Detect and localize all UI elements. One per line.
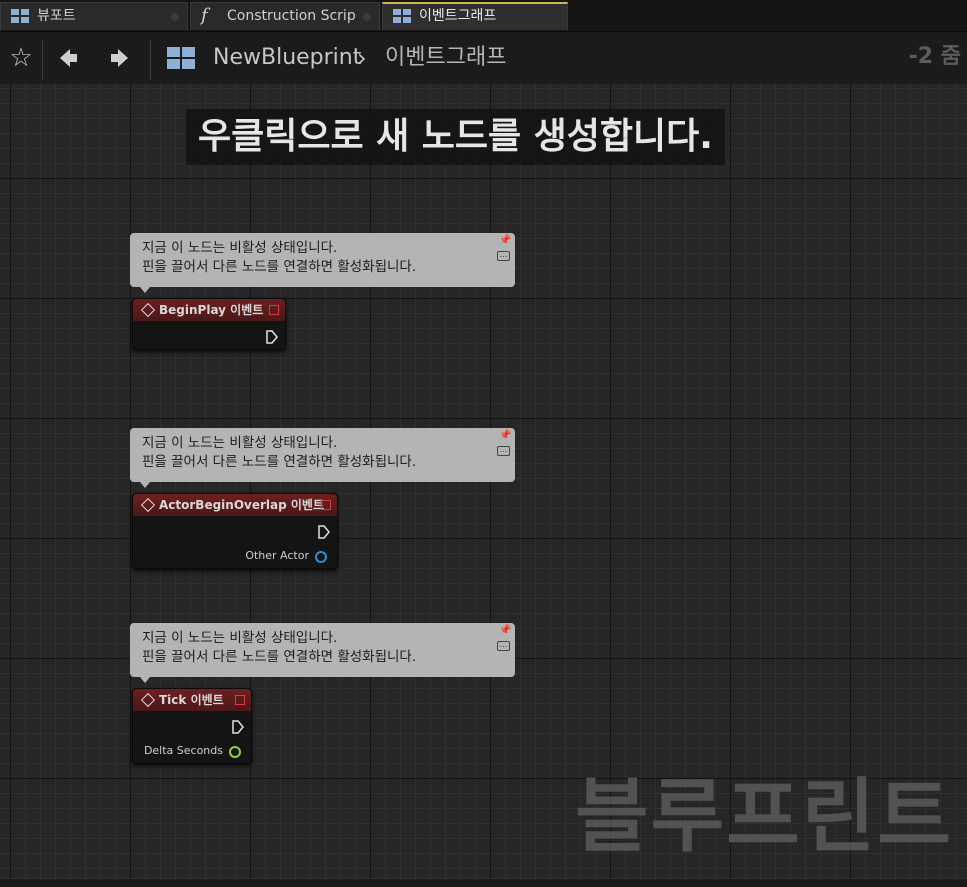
node-comment-bubble: 지금 이 노드는 비활성 상태입니다. 핀을 끌어서 다른 노드를 연결하면 활… xyxy=(130,233,515,293)
function-icon: f xyxy=(201,5,208,26)
tab-event-graph[interactable]: 이벤트그래프 xyxy=(382,2,568,30)
pin-label: Delta Seconds xyxy=(143,744,223,757)
node-comment-bubble: 지금 이 노드는 비활성 상태입니다. 핀을 끌어서 다른 노드를 연결하면 활… xyxy=(130,428,515,488)
float-pin-icon[interactable] xyxy=(229,746,241,758)
bubble-tail xyxy=(140,287,150,293)
graph-hint: 우클릭으로 새 노드를 생성합니다. xyxy=(186,109,725,165)
tab-bar: 뷰포트 f Construction Scrip 이벤트그래프 xyxy=(0,0,967,32)
comment-line: 핀을 끌어서 다른 노드를 연결하면 활성화됩니다. xyxy=(142,454,417,470)
delegate-pin-icon[interactable] xyxy=(321,500,331,510)
close-icon[interactable] xyxy=(171,13,179,21)
event-diamond-icon xyxy=(140,692,156,708)
breadcrumb-separator-icon: › xyxy=(357,44,367,72)
divider xyxy=(150,40,151,80)
comment-line: 지금 이 노드는 비활성 상태입니다. xyxy=(142,435,338,451)
node-header: ActorBeginOverlap 이벤트 xyxy=(133,494,337,516)
bubble-tail xyxy=(140,482,150,488)
divider xyxy=(42,40,43,80)
event-node-beginplay[interactable]: BeginPlay 이벤트 xyxy=(132,298,286,350)
back-arrow-icon[interactable] xyxy=(52,42,84,74)
breadcrumb-blueprint[interactable]: NewBlueprint xyxy=(213,43,361,73)
viewport-icon xyxy=(11,9,29,23)
node-title: ActorBeginOverlap 이벤트 xyxy=(159,498,325,512)
more-icon[interactable]: ... xyxy=(497,641,510,651)
exec-output-pin-icon[interactable] xyxy=(232,720,244,734)
more-icon[interactable]: ... xyxy=(497,446,510,456)
delegate-pin-icon[interactable] xyxy=(235,695,245,705)
pin-label: Other Actor xyxy=(245,549,309,562)
comment-line: 지금 이 노드는 비활성 상태입니다. xyxy=(142,240,338,256)
pin-icon[interactable]: 📌 xyxy=(499,236,511,246)
node-header: BeginPlay 이벤트 xyxy=(133,299,285,321)
graph-toolbar: ☆ NewBlueprint › 이벤트그래프 -2 줌 xyxy=(0,32,967,84)
bubble-tail xyxy=(140,677,150,683)
favorite-star-icon[interactable]: ☆ xyxy=(5,42,37,74)
event-diamond-icon xyxy=(140,302,156,318)
pin-icon[interactable]: 📌 xyxy=(499,431,511,441)
more-icon[interactable]: ... xyxy=(497,251,510,261)
event-node-tick[interactable]: Tick 이벤트 Delta Seconds xyxy=(132,688,252,764)
event-diamond-icon xyxy=(140,497,156,513)
pin-icon[interactable]: 📌 xyxy=(499,626,511,636)
node-header: Tick 이벤트 xyxy=(133,689,251,711)
tab-label: 이벤트그래프 xyxy=(419,8,497,24)
node-title: BeginPlay 이벤트 xyxy=(159,303,264,317)
tab-label: 뷰포트 xyxy=(37,8,76,24)
comment-line: 핀을 끌어서 다른 노드를 연결하면 활성화됩니다. xyxy=(142,649,417,665)
event-graph-icon xyxy=(393,9,411,23)
graph-watermark: 블루프린트 xyxy=(575,770,953,863)
exec-output-pin-icon[interactable] xyxy=(266,330,278,344)
node-title: Tick 이벤트 xyxy=(159,693,224,707)
object-pin-icon[interactable] xyxy=(315,551,327,563)
event-node-actorbeginoverlap[interactable]: ActorBeginOverlap 이벤트 Other Actor xyxy=(132,493,338,569)
exec-output-pin-icon[interactable] xyxy=(318,525,330,539)
blueprint-icon xyxy=(167,47,195,69)
graph-canvas[interactable]: 우클릭으로 새 노드를 생성합니다. 지금 이 노드는 비활성 상태입니다. 핀… xyxy=(0,84,967,878)
zoom-level: -2 줌 xyxy=(908,44,961,69)
node-comment-bubble: 지금 이 노드는 비활성 상태입니다. 핀을 끌어서 다른 노드를 연결하면 활… xyxy=(130,623,515,683)
tab-viewport[interactable]: 뷰포트 xyxy=(0,2,188,30)
comment-line: 핀을 끌어서 다른 노드를 연결하면 활성화됩니다. xyxy=(142,259,417,275)
close-icon[interactable] xyxy=(363,13,371,21)
comment-line: 지금 이 노드는 비활성 상태입니다. xyxy=(142,630,338,646)
forward-arrow-icon[interactable] xyxy=(104,42,136,74)
delegate-pin-icon[interactable] xyxy=(269,305,279,315)
tab-construction-script[interactable]: f Construction Scrip xyxy=(190,2,380,30)
breadcrumb-graph[interactable]: 이벤트그래프 xyxy=(385,43,506,73)
tab-label: Construction Scrip xyxy=(227,8,356,24)
